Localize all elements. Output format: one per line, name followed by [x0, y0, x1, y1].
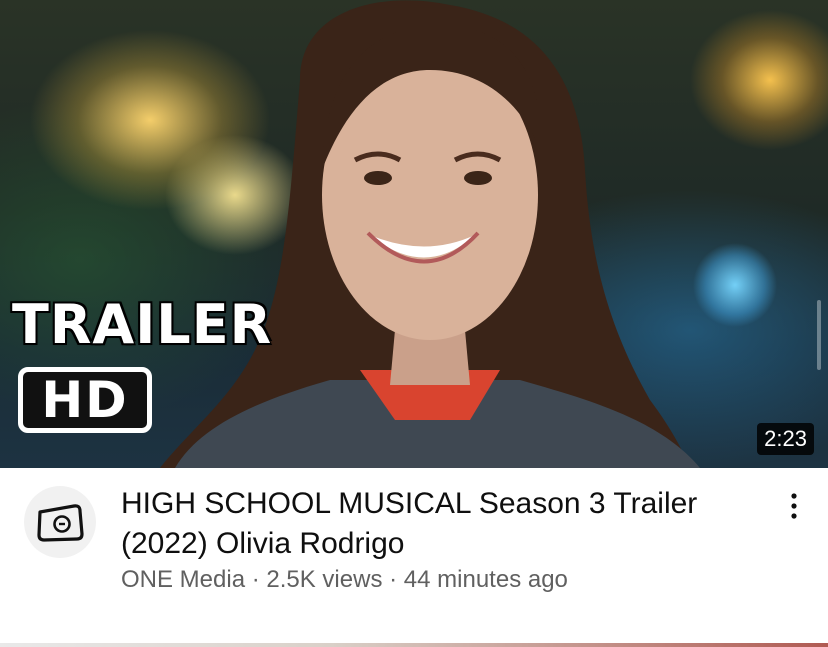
more-options-button[interactable] — [779, 486, 809, 526]
thumbnail-hd-badge: HD — [18, 367, 152, 433]
thumbnail-trailer-text: TRAILER — [12, 293, 273, 356]
channel-avatar[interactable] — [24, 486, 96, 558]
video-title[interactable]: HIGH SCHOOL MUSICAL Season 3 Trailer (20… — [121, 484, 751, 564]
video-metadata: ONE Media · 2.5K views · 44 minutes ago — [121, 565, 568, 595]
channel-name[interactable]: ONE Media — [121, 566, 245, 593]
video-duration-badge: 2:23 — [757, 423, 814, 455]
thumbnail-hd-text: HD — [41, 371, 129, 429]
vertical-dots-icon — [791, 493, 797, 519]
meta-separator: · — [389, 566, 398, 593]
view-count: 2.5K views — [266, 566, 383, 593]
meta-separator: · — [251, 566, 260, 593]
bottom-divider — [0, 643, 828, 647]
upload-time: 44 minutes ago — [403, 566, 568, 593]
thumbnail-scroll-indicator — [817, 300, 821, 370]
one-media-logo-icon — [37, 504, 84, 542]
video-thumbnail[interactable]: TRAILER HD 2:23 — [0, 0, 828, 468]
